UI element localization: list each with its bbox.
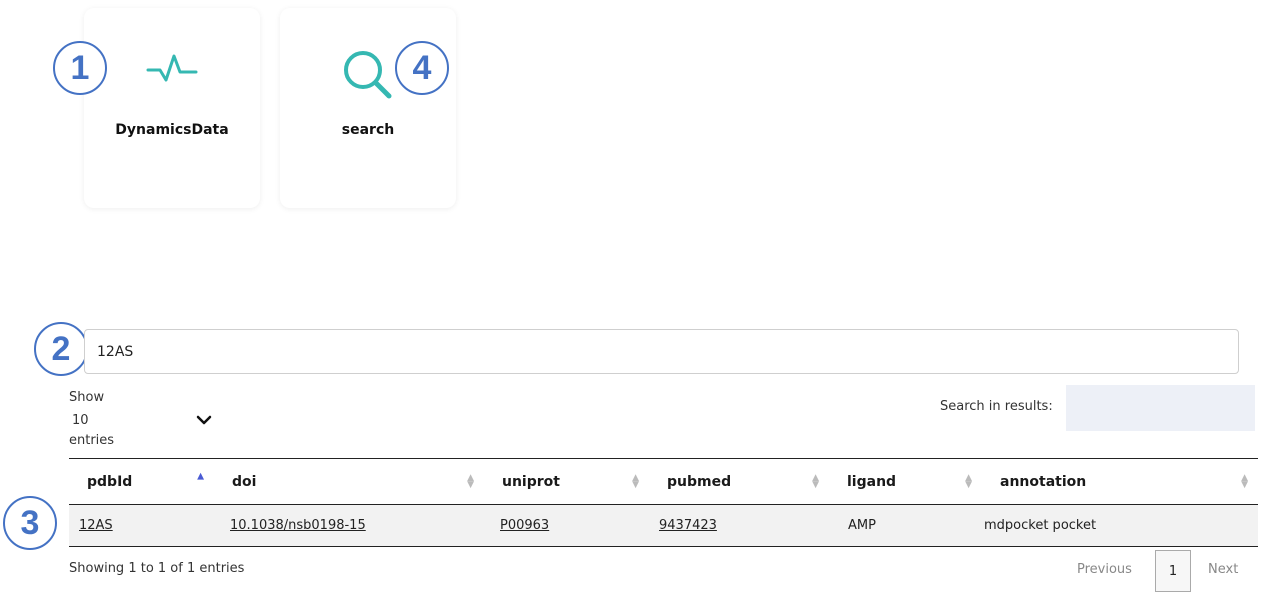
card-dynamics-data[interactable]: DynamicsData bbox=[84, 8, 260, 208]
sort-icon: ▲ ▼ bbox=[632, 472, 639, 490]
card-label: DynamicsData bbox=[115, 122, 229, 138]
pagination-page-1[interactable]: 1 bbox=[1155, 550, 1191, 592]
pdbid-link[interactable]: 12AS bbox=[79, 518, 113, 533]
search-in-results-label: Search in results: bbox=[940, 399, 1053, 414]
length-select[interactable]: 10 bbox=[72, 408, 212, 432]
table-info: Showing 1 to 1 of 1 entries bbox=[69, 561, 245, 576]
table-row: 12AS 10.1038/nsb0198-15 P00963 9437423 A… bbox=[69, 504, 1258, 547]
sort-icon: ▲ ▼ bbox=[812, 472, 819, 490]
card-search[interactable]: search bbox=[280, 8, 456, 208]
main-search-input[interactable] bbox=[84, 329, 1239, 374]
annotation-badge-4: 4 bbox=[395, 41, 449, 95]
sort-icon: ▲ ▼ bbox=[467, 472, 474, 490]
doi-link[interactable]: 10.1038/nsb0198-15 bbox=[230, 518, 366, 533]
uniprot-link[interactable]: P00963 bbox=[500, 518, 549, 533]
column-header-ligand[interactable]: ligand ▲ ▼ bbox=[829, 459, 982, 505]
results-table: pdbId ▲ doi ▲ ▼ uniprot ▲ ▼ pubmed ▲ ▼ ligand ▲ ▼… bbox=[69, 458, 1258, 547]
sort-icon: ▲ ▼ bbox=[1241, 472, 1248, 490]
chevron-down-icon bbox=[196, 415, 212, 425]
pubmed-link[interactable]: 9437423 bbox=[659, 518, 717, 533]
column-header-pubmed[interactable]: pubmed ▲ ▼ bbox=[649, 459, 829, 505]
column-header-uniprot[interactable]: uniprot ▲ ▼ bbox=[484, 459, 649, 505]
sort-icon: ▲ ▼ bbox=[965, 472, 972, 490]
annotation-cell: mdpocket pocket bbox=[984, 518, 1097, 533]
ligand-cell: AMP bbox=[848, 518, 876, 533]
table-header-row: pdbId ▲ doi ▲ ▼ uniprot ▲ ▼ pubmed ▲ ▼ ligand ▲ ▼… bbox=[69, 458, 1258, 505]
pagination-next[interactable]: Next bbox=[1208, 562, 1238, 577]
annotation-badge-2: 2 bbox=[34, 322, 88, 376]
column-header-doi[interactable]: doi ▲ ▼ bbox=[214, 459, 484, 505]
card-label: search bbox=[341, 122, 395, 138]
sort-asc-icon: ▲ bbox=[197, 471, 204, 482]
annotation-badge-1: 1 bbox=[53, 41, 107, 95]
activity-pulse-icon bbox=[146, 54, 198, 82]
pagination-previous[interactable]: Previous bbox=[1077, 562, 1132, 577]
column-header-pdbid[interactable]: pdbId ▲ bbox=[69, 459, 214, 505]
column-header-annotation[interactable]: annotation ▲ ▼ bbox=[982, 459, 1258, 505]
length-entries-label: entries bbox=[69, 433, 115, 448]
search-in-results-input[interactable] bbox=[1066, 385, 1255, 431]
annotation-badge-3: 3 bbox=[3, 496, 57, 550]
magnifier-icon bbox=[344, 51, 392, 99]
length-select-value: 10 bbox=[72, 412, 89, 428]
length-show-label: Show bbox=[69, 390, 105, 405]
